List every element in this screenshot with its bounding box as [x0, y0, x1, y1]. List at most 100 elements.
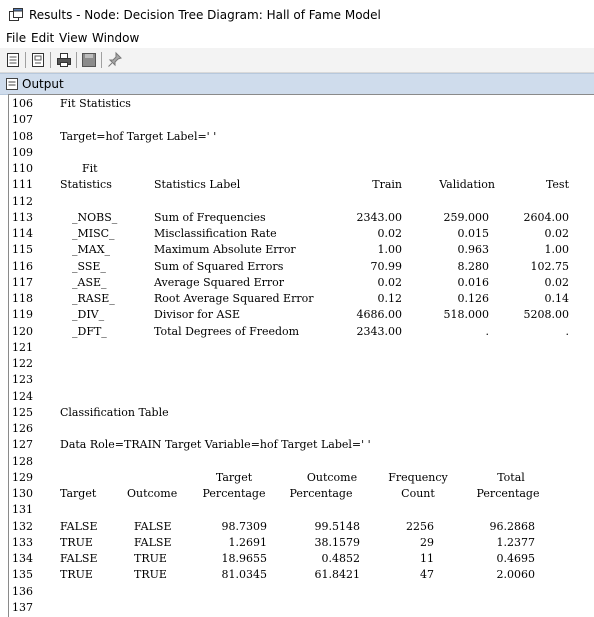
- stat-name: _SSE_: [72, 259, 106, 273]
- save-icon[interactable]: [80, 51, 98, 69]
- output-line: 118 _RASE_ Root Average Squared Error 0.12 0…: [9, 292, 594, 308]
- train-value: 0.02: [377, 227, 403, 240]
- toolbar-separator: [50, 52, 51, 68]
- window-title: Results - Node: Decision Tree Diagram: H…: [29, 8, 381, 22]
- line-number: 134: [12, 552, 33, 565]
- line-number: 117: [12, 275, 33, 289]
- line-number: 128: [12, 454, 33, 468]
- train-value: 1.00: [377, 243, 403, 257]
- train-value: 4686.00: [356, 308, 403, 322]
- train-value: 2343.00: [356, 324, 403, 338]
- output-line: 112: [9, 195, 594, 211]
- line-number: 123: [12, 373, 33, 387]
- test-value: 102.75: [530, 259, 570, 273]
- output-line: 125 Classification Table: [9, 406, 594, 422]
- output-panel-header: Output: [0, 73, 594, 95]
- output-line: 107: [9, 113, 594, 129]
- outcome-value: TRUE: [134, 568, 167, 582]
- output-line: 129 Target Outcome Frequency Total: [9, 471, 594, 487]
- line-number: 136: [12, 584, 33, 598]
- section-title: Classification Table: [60, 405, 169, 419]
- output-line: 130 Target Outcome Percentage Percentage Coun…: [9, 487, 594, 503]
- outcome-percentage: 38.1579: [314, 535, 361, 549]
- output-line: 109: [9, 146, 594, 162]
- menu-edit[interactable]: Edit: [31, 31, 54, 45]
- line-number: 132: [12, 519, 33, 533]
- target-value: FALSE: [60, 552, 98, 565]
- output-pane[interactable]: 106 Fit Statistics 107 108 Target=hof Target…: [8, 94, 594, 617]
- menu-bar: File Edit View Window: [0, 30, 594, 48]
- column-header: Test: [545, 178, 569, 192]
- output-line: 123: [9, 373, 594, 389]
- test-value: 0.02: [544, 275, 570, 289]
- pin-icon[interactable]: [106, 51, 124, 69]
- line-number: 125: [12, 405, 33, 419]
- frequency-count: 2256: [406, 519, 434, 533]
- target-value: TRUE: [60, 568, 93, 582]
- output-line: 133 TRUE FALSE 1.2691 38.1579 29 1.2377: [9, 536, 594, 552]
- line-number: 112: [12, 194, 33, 208]
- validation-value: 0.963: [457, 243, 490, 257]
- outcome-value: TRUE: [134, 552, 167, 565]
- validation-value: 0.015: [457, 227, 490, 240]
- total-percentage: 0.4695: [496, 552, 536, 565]
- line-number: 107: [12, 113, 33, 127]
- stat-name: _RASE_: [72, 292, 115, 305]
- total-percentage: 2.0060: [496, 568, 536, 582]
- frequency-count: 29: [420, 535, 434, 549]
- output-line: 108 Target=hof Target Label=' ': [9, 130, 594, 146]
- stat-name: _MISC_: [72, 227, 115, 240]
- panel-title: Output: [22, 77, 64, 91]
- new-document-icon[interactable]: [4, 51, 22, 69]
- target-percentage: 81.0345: [221, 568, 268, 582]
- section-title: Fit Statistics: [60, 97, 131, 110]
- output-line: 131: [9, 503, 594, 519]
- stat-label: Total Degrees of Freedom: [154, 324, 300, 338]
- menu-window[interactable]: Window: [92, 31, 139, 45]
- validation-value: 0.016: [457, 275, 490, 289]
- data-role-label: Data Role=TRAIN Target Variable=hof Targ…: [60, 438, 371, 452]
- train-value: 0.12: [377, 292, 403, 305]
- output-line: 137: [9, 601, 594, 617]
- output-line: 121: [9, 341, 594, 357]
- outcome-value: FALSE: [134, 535, 172, 549]
- output-line: 110 Fit: [9, 162, 594, 178]
- line-number: 131: [12, 503, 33, 517]
- line-number: 127: [12, 438, 33, 452]
- test-value: 5208.00: [523, 308, 570, 322]
- train-value: 70.99: [370, 259, 403, 273]
- stat-name: _NOBS_: [72, 210, 118, 224]
- output-line: 117 _ASE_ Average Squared Error 0.02 0.016 0.…: [9, 276, 594, 292]
- line-number: 137: [12, 600, 33, 614]
- stat-name: _MAX_: [72, 243, 111, 257]
- line-number: 114: [12, 227, 33, 240]
- train-value: 0.02: [377, 275, 403, 289]
- outcome-value: FALSE: [134, 519, 172, 533]
- line-number: 122: [12, 357, 33, 370]
- target-percentage: 1.2691: [228, 535, 268, 549]
- frequency-count: 11: [420, 552, 434, 565]
- print-icon[interactable]: [55, 51, 73, 69]
- properties-icon[interactable]: [29, 51, 47, 69]
- frequency-count: 47: [420, 568, 434, 582]
- column-header: Total: [497, 470, 525, 484]
- line-number: 111: [12, 178, 33, 192]
- target-percentage: 18.9655: [221, 552, 268, 565]
- output-line: 132 FALSE FALSE 98.7309 99.5148 2256 96.2868: [9, 520, 594, 536]
- line-number: 115: [12, 243, 33, 257]
- test-value: 0.14: [544, 292, 570, 305]
- target-value: FALSE: [60, 519, 98, 533]
- line-number: 118: [12, 292, 33, 305]
- output-line: 116 _SSE_ Sum of Squared Errors 70.99 8.280 1…: [9, 260, 594, 276]
- line-number: 126: [12, 422, 33, 435]
- target-value: TRUE: [60, 535, 93, 549]
- line-number: 119: [12, 308, 33, 322]
- stat-name: _ASE_: [72, 275, 107, 289]
- menu-file[interactable]: File: [6, 31, 26, 45]
- line-number: 110: [12, 162, 33, 175]
- line-number: 120: [12, 324, 33, 338]
- menu-view[interactable]: View: [59, 31, 87, 45]
- output-line: 115 _MAX_ Maximum Absolute Error 1.00 0.963 1…: [9, 243, 594, 259]
- output-line: 135 TRUE TRUE 81.0345 61.8421 47 2.0060: [9, 568, 594, 584]
- outcome-percentage: 0.4852: [321, 552, 361, 565]
